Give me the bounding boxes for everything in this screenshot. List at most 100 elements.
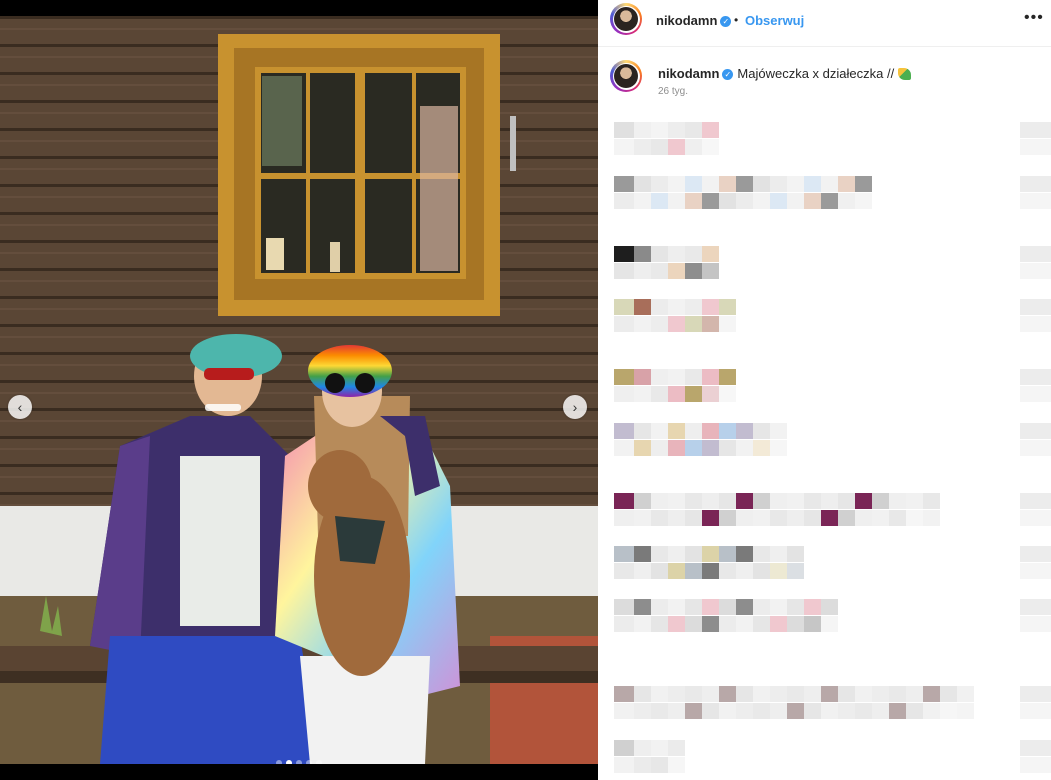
mosaic-block — [685, 616, 702, 632]
author-avatar[interactable] — [610, 3, 642, 35]
mosaic-block — [1020, 299, 1051, 315]
chevron-right-icon: › — [572, 399, 578, 415]
mosaic-block — [821, 686, 838, 702]
mosaic-block — [1020, 757, 1051, 773]
mosaic-block — [685, 193, 702, 209]
mosaic-block — [821, 193, 838, 209]
mosaic-block — [787, 546, 804, 562]
mosaic-block — [1020, 599, 1051, 615]
mosaic-block — [957, 686, 974, 702]
mosaic-block — [1020, 246, 1051, 262]
caption-username[interactable]: nikodamn — [658, 66, 719, 81]
mosaic-block — [634, 757, 651, 773]
mosaic-block — [736, 703, 753, 719]
caption-avatar[interactable] — [610, 60, 642, 92]
mosaic-block — [702, 510, 719, 526]
mosaic-block — [753, 493, 770, 509]
mosaic-block — [770, 510, 787, 526]
mosaic-block — [855, 510, 872, 526]
mosaic-block — [804, 703, 821, 719]
mosaic-block — [702, 423, 719, 439]
mosaic-block — [889, 686, 906, 702]
mosaic-block — [906, 703, 923, 719]
mosaic-block — [668, 510, 685, 526]
mosaic-block — [651, 703, 668, 719]
comment-row-obscured — [598, 176, 1051, 216]
mosaic-block — [702, 369, 719, 385]
follow-button[interactable]: Obserwuj — [745, 13, 804, 28]
carousel-next-button[interactable]: › — [563, 395, 587, 419]
mosaic-block — [719, 546, 736, 562]
mosaic-block — [702, 316, 719, 332]
mosaic-block — [634, 386, 651, 402]
mosaic-block — [719, 369, 736, 385]
mosaic-block — [787, 703, 804, 719]
mosaic-block — [855, 493, 872, 509]
mosaic-block — [838, 193, 855, 209]
mosaic-block — [787, 616, 804, 632]
mosaic-block — [685, 263, 702, 279]
mosaic-block — [614, 616, 634, 632]
carousel-dot — [286, 760, 292, 764]
mosaic-block — [634, 599, 651, 615]
comment-row-obscured — [598, 686, 1051, 726]
mosaic-block — [651, 299, 668, 315]
header-username-link[interactable]: nikodamn ✓ — [656, 12, 732, 30]
carousel-dot — [316, 760, 322, 764]
mosaic-block — [821, 493, 838, 509]
mosaic-block — [906, 686, 923, 702]
mosaic-block — [634, 139, 651, 155]
leaf-emoji-icon — [898, 68, 912, 80]
mosaic-block — [736, 193, 753, 209]
post-photo[interactable]: ‹ › — [0, 16, 598, 764]
mosaic-block — [668, 122, 685, 138]
mosaic-block — [855, 193, 872, 209]
mosaic-block — [719, 423, 736, 439]
verified-badge-icon: ✓ — [720, 16, 732, 27]
mosaic-block — [614, 686, 634, 702]
mosaic-block — [1020, 193, 1051, 209]
mosaic-block — [906, 493, 923, 509]
mosaic-block — [634, 122, 651, 138]
mosaic-block — [614, 122, 634, 138]
mosaic-block — [668, 246, 685, 262]
comment-row-obscured — [598, 299, 1051, 339]
mosaic-block — [872, 703, 889, 719]
mosaic-block — [821, 616, 838, 632]
mosaic-block — [668, 299, 685, 315]
mosaic-block — [753, 616, 770, 632]
mosaic-block — [872, 493, 889, 509]
mosaic-block — [1020, 423, 1051, 439]
mosaic-block — [685, 139, 702, 155]
mosaic-block — [889, 510, 906, 526]
mosaic-block — [614, 316, 634, 332]
mosaic-block — [940, 703, 957, 719]
mosaic-block — [923, 510, 940, 526]
mosaic-block — [736, 599, 753, 615]
mosaic-block — [668, 423, 685, 439]
mosaic-block — [685, 316, 702, 332]
post-timestamp[interactable]: 26 tyg. — [658, 86, 688, 97]
mosaic-block — [685, 686, 702, 702]
mosaic-block — [804, 193, 821, 209]
mosaic-block — [651, 423, 668, 439]
mosaic-block — [668, 493, 685, 509]
mosaic-block — [668, 440, 685, 456]
mosaic-block — [702, 139, 719, 155]
mosaic-block — [753, 563, 770, 579]
mosaic-block — [702, 176, 719, 192]
mosaic-block — [1020, 546, 1051, 562]
comment-row-obscured — [598, 423, 1051, 463]
mosaic-block — [702, 616, 719, 632]
carousel-prev-button[interactable]: ‹ — [8, 395, 32, 419]
mosaic-block — [1020, 740, 1051, 756]
mosaic-block — [787, 563, 804, 579]
mosaic-block — [634, 193, 651, 209]
mosaic-block — [1020, 616, 1051, 632]
mosaic-block — [702, 122, 719, 138]
mosaic-block — [651, 122, 668, 138]
mosaic-block — [651, 246, 668, 262]
mosaic-block — [651, 176, 668, 192]
more-options-icon[interactable]: ••• — [1024, 9, 1044, 27]
mosaic-block — [634, 616, 651, 632]
